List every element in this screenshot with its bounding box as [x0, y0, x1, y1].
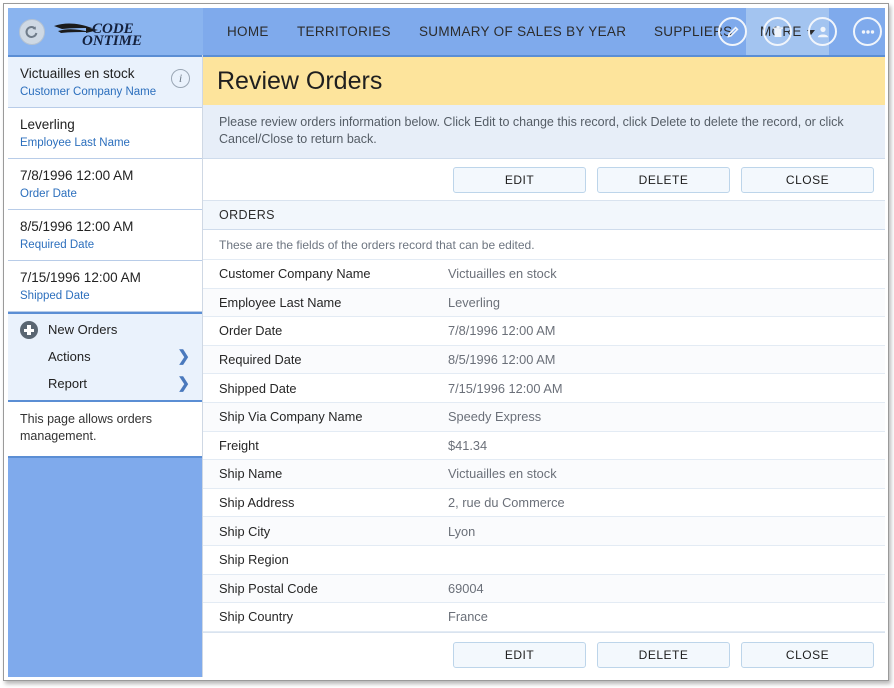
edit-button[interactable]: EDIT — [453, 166, 586, 193]
code-on-time-logo[interactable]: CODE ONTIME — [52, 17, 182, 49]
info-icon[interactable]: i — [171, 69, 190, 88]
field-row[interactable]: Ship Country France — [203, 603, 885, 632]
sidebar-record-label: Order Date — [20, 188, 77, 200]
close-button[interactable]: CLOSE — [741, 642, 874, 669]
page-description: Please review orders information below. … — [203, 105, 885, 159]
field-row[interactable]: Shipped Date 7/15/1996 12:00 AM — [203, 374, 885, 403]
field-label: Ship Country — [219, 609, 293, 625]
edit-button[interactable]: EDIT — [453, 642, 586, 669]
sidebar-action-label: Report — [48, 376, 88, 391]
main-content: Review Orders Please review orders infor… — [203, 55, 885, 677]
delete-button[interactable]: DELETE — [597, 166, 730, 193]
field-label: Ship Postal Code — [219, 580, 318, 596]
brand-zone: CODE ONTIME — [8, 8, 203, 55]
more-icon[interactable] — [853, 17, 882, 46]
field-row[interactable]: Ship Address 2, rue du Commerce — [203, 488, 885, 518]
sidebar-record-3[interactable]: 8/5/1996 12:00 AM Required Date — [8, 210, 202, 261]
nav-item-label: TERRITORIES — [297, 24, 391, 39]
sidebar-record-value: 7/8/1996 12:00 AM — [20, 168, 134, 183]
field-row[interactable]: Freight $41.34 — [203, 431, 885, 461]
field-label: Ship Via Company Name — [219, 409, 363, 425]
field-label: Required Date — [219, 352, 302, 368]
delete-button[interactable]: DELETE — [597, 642, 730, 669]
sidebar-action-report[interactable]: Report ❯ — [8, 370, 202, 397]
section-header: ORDERS — [203, 201, 885, 230]
field-value: 8/5/1996 12:00 AM — [448, 352, 556, 368]
field-row[interactable]: Customer Company Name Victuailles en stoc… — [203, 260, 885, 289]
field-label: Customer Company Name — [219, 266, 371, 282]
nav-item-label: SUMMARY OF SALES BY YEAR — [419, 24, 627, 39]
sidebar-record-label: Employee Last Name — [20, 137, 130, 149]
back-arrow-icon[interactable] — [19, 19, 45, 45]
field-value: France — [448, 609, 488, 625]
field-row[interactable]: Ship City Lyon — [203, 517, 885, 546]
field-label: Shipped Date — [219, 380, 297, 396]
sidebar-action-label: New Orders — [48, 322, 118, 337]
nav-item-home[interactable]: HOME — [213, 8, 283, 55]
field-row[interactable]: Ship Via Company Name Speedy Express — [203, 402, 885, 432]
sidebar-action-actions[interactable]: Actions ❯ — [8, 343, 202, 370]
sidebar-record-value: 8/5/1996 12:00 AM — [20, 219, 134, 234]
sidebar-record-1[interactable]: Leverling Employee Last Name — [8, 108, 202, 159]
field-value: Victuailles en stock — [448, 266, 557, 282]
field-row[interactable]: Ship Postal Code 69004 — [203, 574, 885, 604]
sidebar: Victuailles en stock Customer Company Nam… — [8, 55, 203, 677]
field-row[interactable]: Required Date 8/5/1996 12:00 AM — [203, 345, 885, 375]
app-window: CODE ONTIME HOME TERRITORIES SUMMARY OF SA… — [3, 3, 889, 681]
app-window-inner: CODE ONTIME HOME TERRITORIES SUMMARY OF SA… — [8, 8, 885, 677]
field-value: Leverling — [448, 294, 500, 310]
action-bar-bottom: EDIT DELETE CLOSE — [203, 631, 885, 677]
sidebar-record-list: Victuailles en stock Customer Company Nam… — [8, 55, 202, 312]
field-label: Ship City — [219, 523, 271, 539]
chevron-right-icon: ❯ — [177, 348, 190, 365]
section-description: These are the fields of the orders recor… — [203, 230, 885, 260]
sidebar-record-label: Customer Company Name — [20, 86, 157, 98]
field-label: Ship Name — [219, 466, 283, 482]
sidebar-description: This page allows orders management. — [8, 402, 202, 458]
sidebar-action-label: Actions — [48, 349, 91, 364]
page-title: Review Orders — [203, 57, 885, 105]
sidebar-record-label: Shipped Date — [20, 290, 90, 302]
nav-item-territories[interactable]: TERRITORIES — [283, 8, 405, 55]
nav-item-summary-of-sales-by-year[interactable]: SUMMARY OF SALES BY YEAR — [405, 8, 640, 55]
field-value: Speedy Express — [448, 409, 542, 425]
field-label: Employee Last Name — [219, 294, 342, 310]
close-button[interactable]: CLOSE — [741, 166, 874, 193]
field-row[interactable]: Order Date 7/8/1996 12:00 AM — [203, 317, 885, 346]
sidebar-record-value: Victuailles en stock — [20, 66, 135, 81]
action-bar-top: EDIT DELETE CLOSE — [203, 159, 885, 201]
chevron-right-icon: ❯ — [177, 375, 190, 392]
nav-item-label: HOME — [227, 24, 269, 39]
field-row[interactable]: Ship Name Victuailles en stock — [203, 460, 885, 489]
sidebar-action-new-orders[interactable]: New Orders — [8, 316, 202, 343]
sidebar-record-value: 7/15/1996 12:00 AM — [20, 270, 141, 285]
field-label: Ship Address — [219, 495, 295, 511]
field-value: $41.34 — [448, 437, 488, 453]
sidebar-record-label: Required Date — [20, 239, 95, 251]
field-row[interactable]: Employee Last Name Leverling — [203, 288, 885, 318]
field-list: Customer Company Name Victuailles en stoc… — [203, 260, 885, 632]
field-row[interactable]: Ship Region — [203, 545, 885, 575]
svg-text:ONTIME: ONTIME — [82, 33, 142, 47]
sidebar-actions: New Orders Actions ❯ Report ❯ — [8, 312, 202, 402]
field-label: Freight — [219, 437, 259, 453]
field-value: 2, rue du Commerce — [448, 495, 565, 511]
top-navigation-bar: CODE ONTIME HOME TERRITORIES SUMMARY OF SA… — [8, 8, 885, 55]
field-label: Order Date — [219, 323, 283, 339]
field-value: Victuailles en stock — [448, 466, 557, 482]
delete-icon[interactable] — [763, 17, 792, 46]
field-value: Lyon — [448, 523, 476, 539]
user-icon[interactable] — [808, 17, 837, 46]
edit-icon[interactable] — [718, 17, 747, 46]
field-value: 7/8/1996 12:00 AM — [448, 323, 556, 339]
sidebar-record-0[interactable]: Victuailles en stock Customer Company Nam… — [8, 57, 202, 108]
field-value: 7/15/1996 12:00 AM — [448, 380, 563, 396]
sidebar-record-2[interactable]: 7/8/1996 12:00 AM Order Date — [8, 159, 202, 210]
field-value: 69004 — [448, 580, 484, 596]
plus-icon — [20, 321, 38, 339]
field-label: Ship Region — [219, 552, 289, 568]
sidebar-record-4[interactable]: 7/15/1996 12:00 AM Shipped Date — [8, 261, 202, 312]
sidebar-record-value: Leverling — [20, 117, 75, 132]
